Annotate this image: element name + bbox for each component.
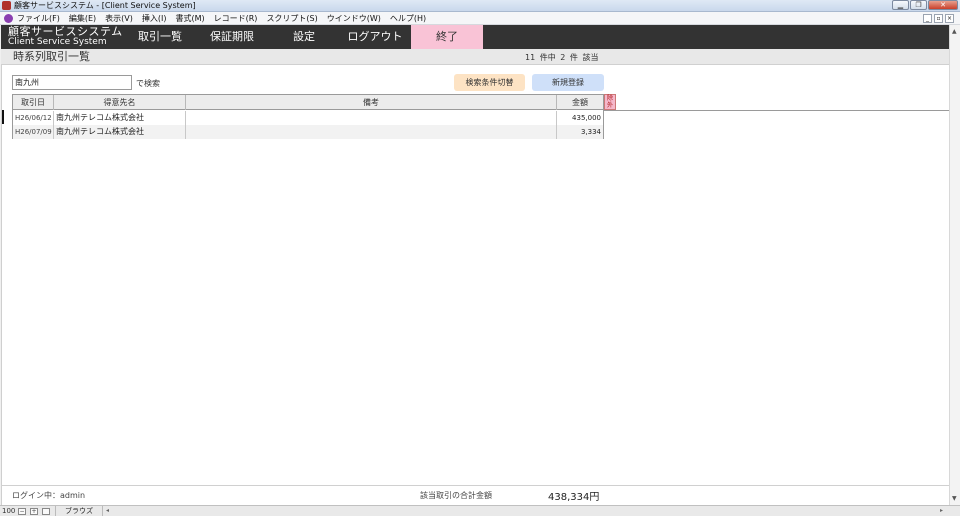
cell-memo [186, 111, 557, 125]
total-value: 438,334円 [548, 492, 600, 503]
mode-indicator[interactable]: ブラウズ [55, 506, 103, 516]
new-record-button[interactable]: 新規登録 [532, 74, 604, 91]
scroll-up-icon[interactable]: ▲ [952, 28, 957, 35]
menu-view[interactable]: 表示(V) [105, 12, 133, 25]
menubar: ファイル(F) 編集(E) 表示(V) 挿入(I) 書式(M) レコード(R) … [0, 12, 960, 25]
scroll-down-icon[interactable]: ▼ [952, 495, 957, 502]
footer-divider [1, 485, 949, 486]
header-amount[interactable]: 金額 [557, 95, 603, 110]
tab-logout[interactable]: ログアウト [339, 25, 411, 49]
zoom-out-icon[interactable]: − [18, 508, 26, 515]
window-controls: ▁ ❐ ✕ [892, 0, 958, 10]
menu-insert[interactable]: 挿入(I) [142, 12, 167, 25]
exit-button[interactable]: 終了 [411, 25, 483, 49]
vertical-scrollbar[interactable]: ▲ ▼ [949, 25, 960, 505]
mdi-restore-icon[interactable]: ▫ [934, 14, 943, 23]
page-title: 時系列取引一覧 [13, 50, 90, 63]
menu-format[interactable]: 書式(M) [175, 12, 204, 25]
cell-memo [186, 125, 557, 139]
menu-window[interactable]: ウインドウ(W) [327, 12, 381, 25]
app-icon [2, 1, 11, 10]
total-label: 該当取引の合計金額 [420, 491, 492, 500]
search-suffix-label: で検索 [136, 79, 160, 88]
exclude-toggle[interactable]: 除外 [604, 94, 616, 110]
logo: 顧客サービスシステム Client Service System [8, 25, 123, 47]
header-customer[interactable]: 得意先名 [54, 95, 186, 110]
menu-items: ファイル(F) 編集(E) 表示(V) 挿入(I) 書式(M) レコード(R) … [17, 12, 435, 25]
minimize-icon[interactable]: ▁ [892, 0, 909, 10]
menu-records[interactable]: レコード(R) [214, 12, 258, 25]
cell-amount: 435,000 [572, 114, 601, 122]
window-title: 顧客サービスシステム - [Client Service System] [14, 1, 196, 10]
tab-transactions[interactable]: 取引一覧 [125, 25, 195, 49]
table-row[interactable]: H26/07/09 南九州テレコム株式会社 3,334 [13, 125, 603, 139]
mdi-minimize-icon[interactable]: _ [923, 14, 932, 23]
result-count: 11 件中 2 件 該当 [525, 53, 599, 62]
close-icon[interactable]: ✕ [928, 0, 958, 10]
divider [604, 110, 949, 111]
tab-settings[interactable]: 設定 [269, 25, 339, 49]
navbar: 顧客サービスシステム Client Service System 取引一覧 保証… [1, 25, 949, 49]
cell-date: H26/06/12 [13, 111, 54, 125]
toggle-search-button[interactable]: 検索条件切替 [454, 74, 525, 91]
table-header: 取引日 得意先名 備考 金額 [13, 95, 603, 110]
statusbar: 100 − + ブラウズ ◂ ▸ [0, 505, 960, 516]
menu-help[interactable]: ヘルプ(H) [390, 12, 426, 25]
header-memo[interactable]: 備考 [186, 95, 557, 110]
menu-edit[interactable]: 編集(E) [69, 12, 96, 25]
restore-icon[interactable]: ❐ [910, 0, 927, 10]
current-row-marker [2, 110, 4, 124]
scroll-left-icon[interactable]: ◂ [106, 506, 109, 516]
zoom-in-icon[interactable]: + [30, 508, 38, 515]
cell-customer: 南九州テレコム株式会社 [54, 125, 186, 139]
zoom-level[interactable]: 100 [2, 506, 15, 516]
header-date[interactable]: 取引日 [13, 95, 54, 110]
mdi-controls: _ ▫ × [923, 14, 954, 23]
logo-jp: 顧客サービスシステム [8, 25, 123, 38]
login-status: ログイン中：admin [12, 491, 86, 500]
menu-scripts[interactable]: スクリプト(S) [266, 12, 317, 25]
document-icon [4, 14, 13, 23]
menu-file[interactable]: ファイル(F) [17, 12, 60, 25]
tab-warranty[interactable]: 保証期限 [197, 25, 267, 49]
cell-customer: 南九州テレコム株式会社 [54, 111, 186, 125]
table-row[interactable]: H26/06/12 南九州テレコム株式会社 435,000 [13, 111, 603, 125]
cell-date: H26/07/09 [13, 125, 54, 139]
search-input[interactable] [12, 75, 132, 90]
cell-amount: 3,334 [580, 128, 601, 136]
toolbar-toggle-icon[interactable] [42, 508, 50, 515]
mdi-close-icon[interactable]: × [945, 14, 954, 23]
page-header: 時系列取引一覧 11 件中 2 件 該当 [1, 49, 949, 65]
scroll-right-icon[interactable]: ▸ [940, 506, 943, 516]
transactions-table: 取引日 得意先名 備考 金額 H26/06/12 南九州テレコム株式会社 435… [12, 94, 604, 139]
window-titlebar: 顧客サービスシステム - [Client Service System] ▁ ❐… [0, 0, 960, 12]
logo-en: Client Service System [8, 37, 107, 47]
